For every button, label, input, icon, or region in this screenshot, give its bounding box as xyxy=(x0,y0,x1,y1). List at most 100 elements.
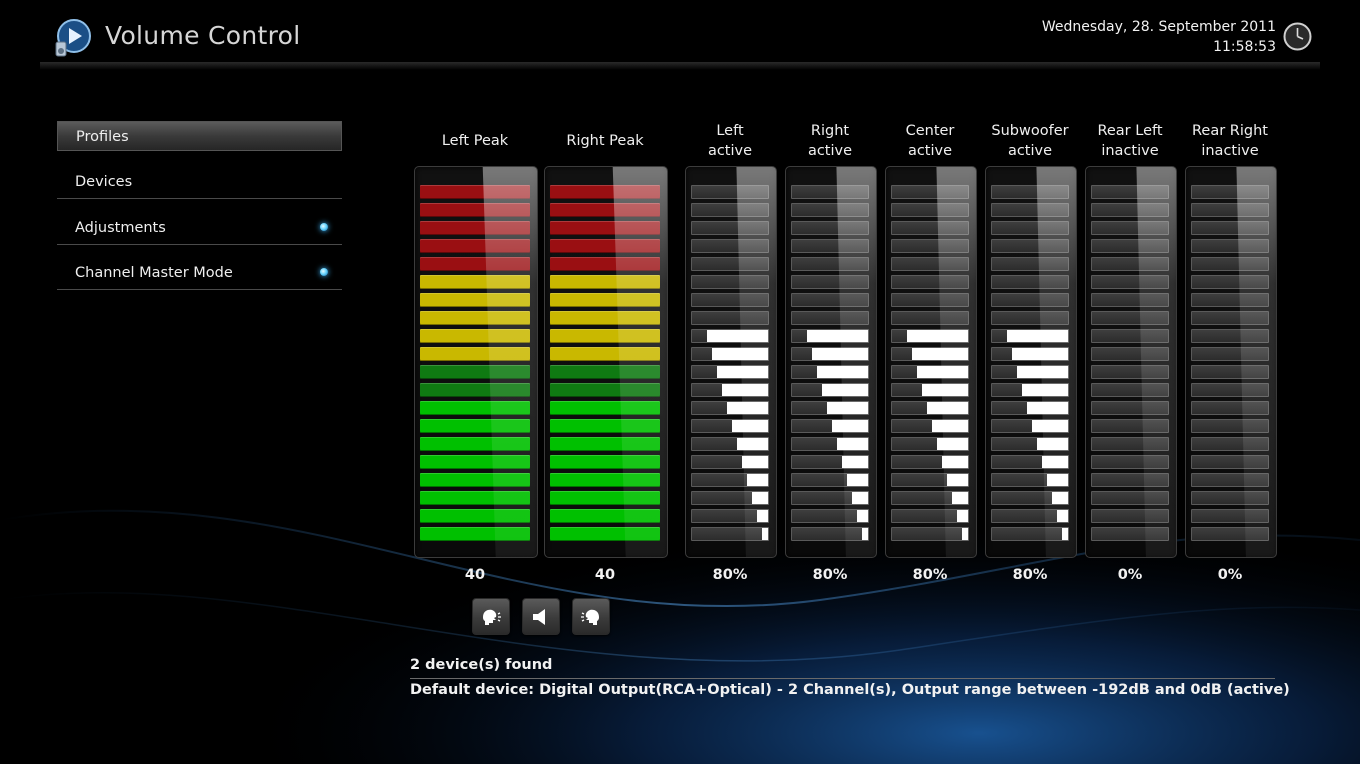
channel-segment xyxy=(891,455,969,469)
channel-segment xyxy=(991,455,1069,469)
channel-fill xyxy=(957,510,968,522)
channel-fill xyxy=(1062,528,1068,540)
peak-segment xyxy=(550,455,660,469)
channel-fill xyxy=(742,456,768,468)
channel-fill xyxy=(907,330,968,342)
peak-segment xyxy=(420,185,530,199)
app-logo-icon xyxy=(55,19,91,57)
peak-segment xyxy=(420,203,530,217)
peak-segment xyxy=(550,275,660,289)
channel-segment xyxy=(691,491,769,505)
menu-item-adjustments[interactable]: Adjustments xyxy=(57,213,342,245)
header-date: Wednesday, 28. September 2011 xyxy=(1041,19,1276,35)
speaker-button[interactable] xyxy=(522,598,560,635)
app-title: Volume Control xyxy=(105,21,301,50)
channel-segment xyxy=(991,437,1069,451)
channel-segment xyxy=(791,185,869,199)
channel-fill xyxy=(727,402,768,414)
channel-segment xyxy=(991,185,1069,199)
peak-segment xyxy=(550,203,660,217)
menu-item-label: Profiles xyxy=(76,129,129,145)
channel-segment xyxy=(691,437,769,451)
channel-segment xyxy=(1091,185,1169,199)
channel-segment xyxy=(1191,491,1269,505)
peak-segment xyxy=(420,329,530,343)
menu-item-channel-master-mode[interactable]: Channel Master Mode xyxy=(57,258,342,290)
peak-segment xyxy=(550,509,660,523)
menu-item-label: Devices xyxy=(75,174,133,190)
channel-segment xyxy=(691,221,769,235)
channel-segment xyxy=(691,311,769,325)
header-time: 11:58:53 xyxy=(1213,39,1276,55)
channel-segment xyxy=(991,365,1069,379)
channel-segment xyxy=(891,365,969,379)
channel-slider-subwoofer[interactable] xyxy=(985,166,1077,558)
channel-segment xyxy=(691,365,769,379)
channel-segment xyxy=(691,401,769,415)
channel-segment xyxy=(1191,527,1269,541)
channel-segment xyxy=(1091,491,1169,505)
channel-segment xyxy=(1191,329,1269,343)
channel-segment xyxy=(791,257,869,271)
channel-segment xyxy=(991,491,1069,505)
channel-fill xyxy=(942,456,968,468)
channel-fill xyxy=(922,384,968,396)
speaker-left-button[interactable] xyxy=(472,598,510,635)
peak-segment xyxy=(420,419,530,433)
channel-slider-rear-left[interactable] xyxy=(1085,166,1177,558)
peak-segment xyxy=(550,383,660,397)
channel-segment xyxy=(991,293,1069,307)
peak-value: 40 xyxy=(594,567,616,583)
channel-fill xyxy=(1047,474,1068,486)
channel-fill xyxy=(917,366,968,378)
channel-segment xyxy=(791,347,869,361)
channel-fill xyxy=(842,456,868,468)
speaker-right-button[interactable] xyxy=(572,598,610,635)
channel-fill xyxy=(822,384,868,396)
channel-segment xyxy=(791,221,869,235)
channel-segment xyxy=(1191,185,1269,199)
channel-segment xyxy=(891,419,969,433)
channel-fill xyxy=(1007,330,1068,342)
channel-segment xyxy=(1191,437,1269,451)
channel-slider-right[interactable] xyxy=(785,166,877,558)
channel-slider-left[interactable] xyxy=(685,166,777,558)
channel-segment xyxy=(1091,527,1169,541)
channel-fill xyxy=(812,348,868,360)
peak-segment xyxy=(420,383,530,397)
channel-segment xyxy=(1191,383,1269,397)
channel-segment xyxy=(991,275,1069,289)
channel-segment xyxy=(991,473,1069,487)
menu-item-devices[interactable]: Devices xyxy=(57,167,342,199)
channel-segment xyxy=(791,329,869,343)
channel-fill xyxy=(707,330,768,342)
channel-segment xyxy=(1191,347,1269,361)
channel-segment xyxy=(891,383,969,397)
menu-item-profiles[interactable]: Profiles xyxy=(57,121,342,151)
channel-segment xyxy=(1091,365,1169,379)
channel-segment xyxy=(891,401,969,415)
header-divider xyxy=(40,62,1320,70)
peak-segment xyxy=(420,527,530,541)
peak-segment xyxy=(550,437,660,451)
channel-fill xyxy=(722,384,768,396)
channel-segment xyxy=(1191,509,1269,523)
channel-segment xyxy=(691,239,769,253)
channel-fill xyxy=(747,474,768,486)
peak-segment xyxy=(420,257,530,271)
channel-fill xyxy=(932,420,968,432)
channel-segment xyxy=(1091,401,1169,415)
channel-segment xyxy=(1091,437,1169,451)
peak-segment xyxy=(550,257,660,271)
peak-segment xyxy=(420,473,530,487)
channel-segment xyxy=(791,491,869,505)
channel-segment xyxy=(891,437,969,451)
channel-slider-rear-right[interactable] xyxy=(1185,166,1277,558)
channel-segment xyxy=(1091,473,1169,487)
channel-slider-center[interactable] xyxy=(885,166,977,558)
channel-segment xyxy=(791,203,869,217)
channel-value: 80% xyxy=(912,567,948,583)
channel-segment xyxy=(1191,419,1269,433)
speaker-left-icon xyxy=(483,609,501,625)
channel-name: Left xyxy=(716,123,744,139)
